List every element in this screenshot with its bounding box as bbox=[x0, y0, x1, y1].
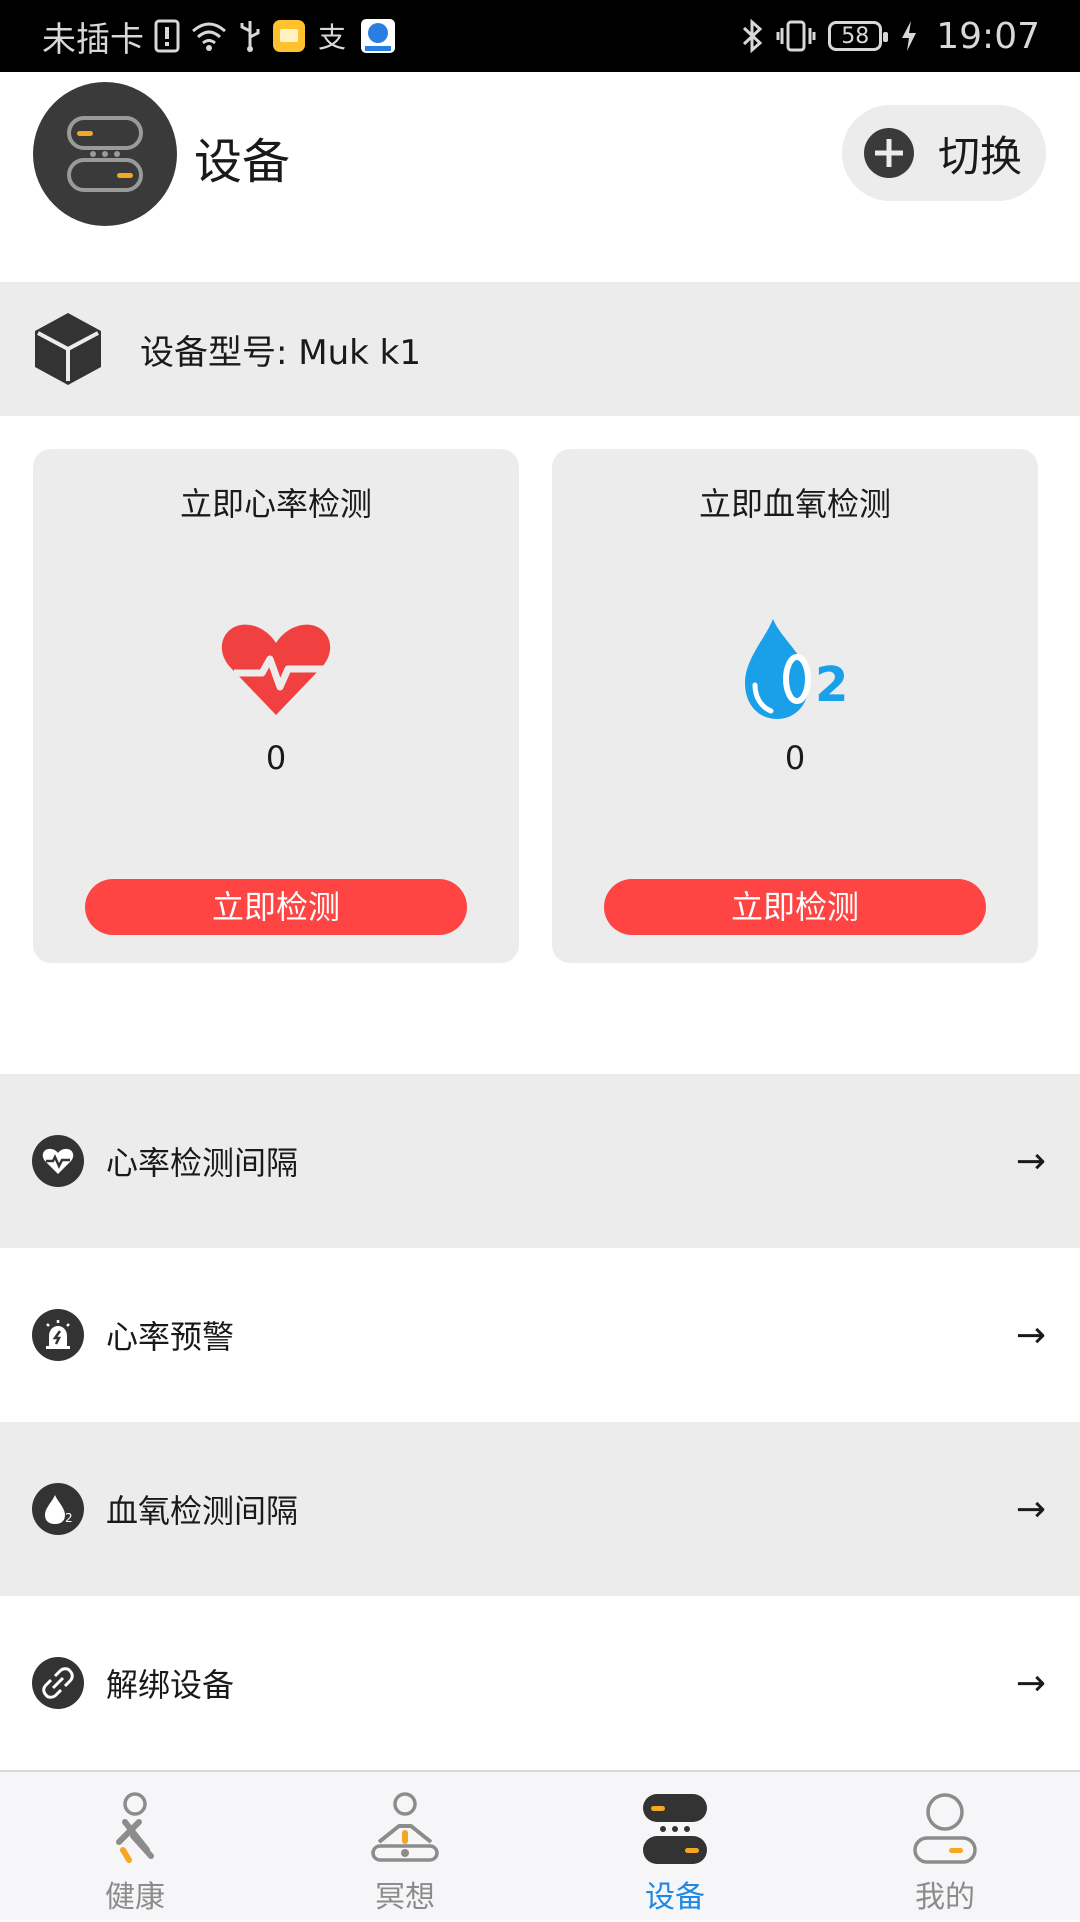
meditation-icon bbox=[371, 1792, 439, 1862]
nav-item-profile[interactable]: 我的 bbox=[810, 1772, 1080, 1922]
alipay-icon: 支 bbox=[316, 19, 350, 53]
unbind-device-row[interactable]: 解绑设备 → bbox=[0, 1596, 1080, 1770]
device-icon bbox=[643, 1794, 707, 1864]
plus-icon bbox=[864, 128, 914, 178]
svg-text:2: 2 bbox=[65, 1511, 73, 1525]
heart-rate-interval-label: 心率检测间隔 bbox=[106, 1144, 299, 1182]
wifi-icon bbox=[190, 20, 228, 52]
heart-rate-card-title: 立即心率检测 bbox=[179, 485, 372, 523]
arrow-right-icon: → bbox=[1015, 1488, 1046, 1530]
sim-alert-icon bbox=[154, 19, 180, 53]
carrier-text: 未插卡 bbox=[42, 19, 144, 60]
blood-oxygen-card: 立即血氧检测 2 0 立即检测 bbox=[552, 449, 1038, 963]
clock-time: 19:07 bbox=[936, 15, 1040, 57]
nav-item-device[interactable]: 设备 bbox=[540, 1772, 810, 1922]
page-title: 设备 bbox=[194, 134, 291, 190]
nav-label-device: 设备 bbox=[645, 1880, 705, 1915]
unbind-device-label: 解绑设备 bbox=[106, 1666, 235, 1704]
heart-rate-value: 0 bbox=[265, 739, 287, 777]
nav-item-meditation[interactable]: 冥想 bbox=[270, 1772, 540, 1922]
oxygen-interval-icon: 2 bbox=[32, 1483, 84, 1535]
device-model-bar: 设备型号: Muk k1 bbox=[0, 282, 1080, 416]
vibrate-icon bbox=[776, 19, 816, 53]
nav-label-meditation: 冥想 bbox=[375, 1880, 435, 1915]
unlink-icon bbox=[32, 1657, 84, 1709]
bluetooth-icon bbox=[740, 19, 764, 53]
nav-item-health[interactable]: 健康 bbox=[0, 1772, 270, 1922]
bottom-navigation: 健康 冥想 设备 我的 bbox=[0, 1770, 1080, 1920]
cube-icon bbox=[35, 313, 101, 385]
status-bar: 未插卡 支 58 19:07 bbox=[0, 0, 1080, 72]
heart-rate-detect-button[interactable]: 立即检测 bbox=[85, 879, 467, 935]
svg-text:2: 2 bbox=[815, 657, 848, 713]
device-avatar bbox=[33, 82, 177, 226]
blood-oxygen-icon: 2 bbox=[745, 619, 848, 719]
profile-icon bbox=[913, 1793, 977, 1864]
heart-rate-alert-row[interactable]: 心率预警 → bbox=[0, 1248, 1080, 1422]
health-icon bbox=[116, 1792, 154, 1863]
blood-oxygen-interval-label: 血氧检测间隔 bbox=[106, 1492, 299, 1530]
settings-list: 心率检测间隔 → 心率预警 → 2 血氧检测间隔 → 解绑设备 → bbox=[0, 1074, 1080, 1770]
blood-oxygen-interval-row[interactable]: 2 血氧检测间隔 → bbox=[0, 1422, 1080, 1596]
blood-oxygen-detect-button[interactable]: 立即检测 bbox=[604, 879, 986, 935]
blood-oxygen-card-title: 立即血氧检测 bbox=[698, 485, 891, 523]
heart-rate-interval-row[interactable]: 心率检测间隔 → bbox=[0, 1074, 1080, 1248]
arrow-right-icon: → bbox=[1015, 1140, 1046, 1182]
nav-label-profile: 我的 bbox=[915, 1880, 975, 1915]
heart-rate-alert-label: 心率预警 bbox=[106, 1318, 235, 1356]
usb-icon bbox=[238, 19, 262, 53]
app-notification-icon bbox=[360, 18, 396, 54]
blood-oxygen-value: 0 bbox=[784, 739, 806, 777]
heart-interval-icon bbox=[32, 1135, 84, 1187]
alarm-icon bbox=[32, 1309, 84, 1361]
heart-rate-card: 立即心率检测 0 立即检测 bbox=[33, 449, 519, 963]
page-header: 设备 切换 bbox=[0, 72, 1080, 282]
device-icon bbox=[67, 116, 143, 192]
device-model-text: 设备型号: Muk k1 bbox=[140, 333, 421, 373]
arrow-right-icon: → bbox=[1015, 1314, 1046, 1356]
heart-rate-icon bbox=[221, 624, 331, 715]
arrow-right-icon: → bbox=[1015, 1662, 1046, 1704]
battery-indicator: 58 bbox=[828, 21, 889, 51]
charging-icon bbox=[900, 20, 918, 52]
notification-app-icon bbox=[272, 19, 306, 53]
switch-device-button[interactable]: 切换 bbox=[842, 105, 1046, 201]
nav-label-health: 健康 bbox=[105, 1880, 165, 1915]
svg-text:支: 支 bbox=[318, 21, 346, 53]
switch-label: 切换 bbox=[938, 131, 1023, 181]
